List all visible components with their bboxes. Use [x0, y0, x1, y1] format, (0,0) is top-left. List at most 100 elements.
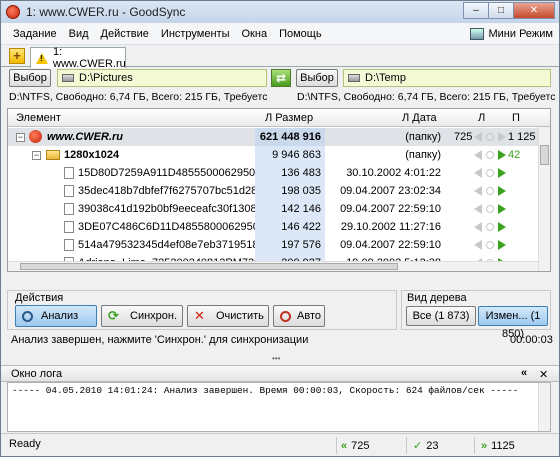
file-tree-grid[interactable]: Элемент Л Размер Л Дата Л П − www.CWER.r…	[7, 108, 551, 272]
close-button[interactable]: ✕	[513, 2, 555, 19]
status-ready: Ready	[9, 438, 41, 450]
file-date: 09.04.2007 23:02:34	[340, 185, 441, 197]
sync-button[interactable]: ⟳ Синхрон.	[101, 305, 183, 327]
file-row[interactable]: 39038c41d192b0bf9eeceafc30f130816_ful...…	[8, 200, 538, 218]
log-scrollbar[interactable]	[538, 383, 550, 431]
log-collapse-button[interactable]: «	[521, 367, 527, 379]
right-count-value: 1125	[491, 439, 515, 452]
skip-icon	[486, 205, 494, 213]
scroll-thumb[interactable]	[20, 263, 398, 270]
root-size: 621 448 916	[255, 128, 325, 146]
file-icon	[64, 239, 74, 251]
right-browse-button[interactable]: Выбор	[296, 69, 338, 87]
log-header: Окно лога « ✕	[1, 365, 559, 382]
right-path-field[interactable]: D:\Temp	[343, 69, 551, 87]
col-right[interactable]: П	[512, 112, 520, 124]
folder-icon	[46, 150, 60, 160]
root-name: www.CWER.ru	[47, 131, 123, 143]
skip-icon	[486, 169, 494, 177]
check-icon: ✓	[413, 440, 423, 452]
add-job-button[interactable]: +	[9, 48, 25, 64]
scroll-thumb[interactable]	[540, 145, 549, 165]
grid-header: Элемент Л Размер Л Дата Л П	[8, 109, 550, 127]
menu-job[interactable]: Задание	[7, 23, 63, 45]
tab-job-1[interactable]: 1: www.CWER.ru	[30, 46, 126, 70]
check-count-value: 23	[426, 439, 439, 452]
file-size: 136 483	[255, 164, 325, 182]
col-left-date[interactable]: Л Дата	[402, 112, 437, 124]
disk-info: D:\NTFS, Свободно: 6,74 ГБ, Всего: 215 Г…	[1, 91, 559, 105]
file-row[interactable]: 15D80D7259A911D4855500062950B7A0... 136 …	[8, 164, 538, 182]
file-row[interactable]: 514a479532345d4ef08e7eb3719518bb_f... 19…	[8, 236, 538, 254]
warning-icon	[36, 52, 48, 64]
file-size: 142 146	[255, 200, 325, 218]
minimize-button[interactable]: –	[463, 2, 489, 19]
file-row[interactable]: 3DE07C486C6D11D4855800062950B7A0... 146 …	[8, 218, 538, 236]
menu-tools[interactable]: Инструменты	[155, 23, 236, 45]
view-changed-button[interactable]: Измен... (1 850)	[478, 306, 548, 340]
copy-right-icon	[498, 204, 506, 214]
left-arrow-icon	[474, 222, 482, 232]
skip-icon	[486, 133, 494, 141]
drive-icon	[62, 74, 74, 82]
auto-button[interactable]: Авто	[273, 305, 325, 327]
analyze-button[interactable]: Анализ	[15, 305, 97, 327]
file-date: 09.04.2007 22:59:10	[340, 239, 441, 251]
swap-direction-button[interactable]: ⇄	[271, 69, 291, 87]
splitter-handle[interactable]: •••	[272, 354, 280, 363]
job-tabs: + 1: www.CWER.ru	[1, 45, 559, 70]
menu-view[interactable]: Вид	[63, 23, 95, 45]
col-left[interactable]: Л	[478, 112, 485, 124]
window-title: 1: www.CWER.ru - GoodSync	[26, 5, 186, 19]
mini-mode-button[interactable]: Мини Режим	[469, 25, 554, 43]
copy-right-icon	[498, 168, 506, 178]
magnifier-icon	[22, 310, 33, 322]
mini-mode-label: Мини Режим	[488, 28, 554, 40]
left-arrow-icon	[474, 150, 482, 160]
file-name: 39038c41d192b0bf9eeceafc30f130816_ful...	[78, 203, 255, 215]
goodsync-app-icon	[6, 5, 20, 19]
collapse-toggle[interactable]: −	[16, 133, 25, 142]
col-element[interactable]: Элемент	[16, 112, 61, 124]
file-size: 197 576	[255, 236, 325, 254]
horizontal-scrollbar[interactable]	[8, 261, 538, 271]
left-path-field[interactable]: D:\Pictures	[57, 69, 267, 87]
tree-row-root[interactable]: − www.CWER.ru 621 448 916 (папку) 725 1 …	[8, 128, 538, 146]
file-size: 146 422	[255, 218, 325, 236]
file-icon	[64, 221, 74, 233]
left-browse-button[interactable]: Выбор	[9, 69, 51, 87]
log-close-button[interactable]: ✕	[539, 368, 548, 381]
mini-mode-icon	[469, 28, 484, 40]
file-icon	[64, 167, 74, 179]
left-arrow-icon	[474, 132, 482, 142]
copy-right-icon	[498, 240, 506, 250]
clean-button[interactable]: ✕ Очистить	[187, 305, 269, 327]
left-path-value: D:\Pictures	[79, 72, 133, 84]
left-arrow-icon	[474, 168, 482, 178]
skip-icon	[486, 187, 494, 195]
tree-row-folder[interactable]: − 1280x1024 9 946 863 (папку) 42	[8, 146, 538, 164]
skip-icon	[486, 223, 494, 231]
clean-label: Очистить	[216, 310, 264, 322]
col-left-size[interactable]: Л Размер	[265, 112, 313, 124]
ok-count: ✓ 23	[406, 437, 474, 454]
skip-icon	[486, 151, 494, 159]
menu-windows[interactable]: Окна	[236, 23, 274, 45]
vertical-scrollbar[interactable]	[538, 127, 550, 271]
root-left-count: 725	[454, 131, 473, 143]
view-all-button[interactable]: Все (1 873)	[406, 306, 476, 326]
file-icon	[64, 203, 74, 215]
file-name: 35dec418b7dbfef7f6275707bc51d28d_f...	[78, 185, 255, 197]
copy-right-icon: »	[481, 439, 488, 452]
log-line: ----- 04.05.2010 14:01:24: Анализ заверш…	[12, 385, 519, 396]
sync-label: Синхрон.	[130, 310, 178, 322]
actions-label: Действия	[15, 292, 64, 304]
clock-icon	[280, 310, 291, 322]
collapse-toggle[interactable]: −	[32, 151, 41, 160]
menu-help[interactable]: Помощь	[273, 23, 328, 45]
menu-action[interactable]: Действие	[95, 23, 155, 45]
file-row[interactable]: 35dec418b7dbfef7f6275707bc51d28d_f... 19…	[8, 182, 538, 200]
clear-icon: ✕	[194, 308, 205, 323]
right-copy-count: » 1125	[474, 437, 554, 454]
maximize-button[interactable]: □	[488, 2, 514, 19]
